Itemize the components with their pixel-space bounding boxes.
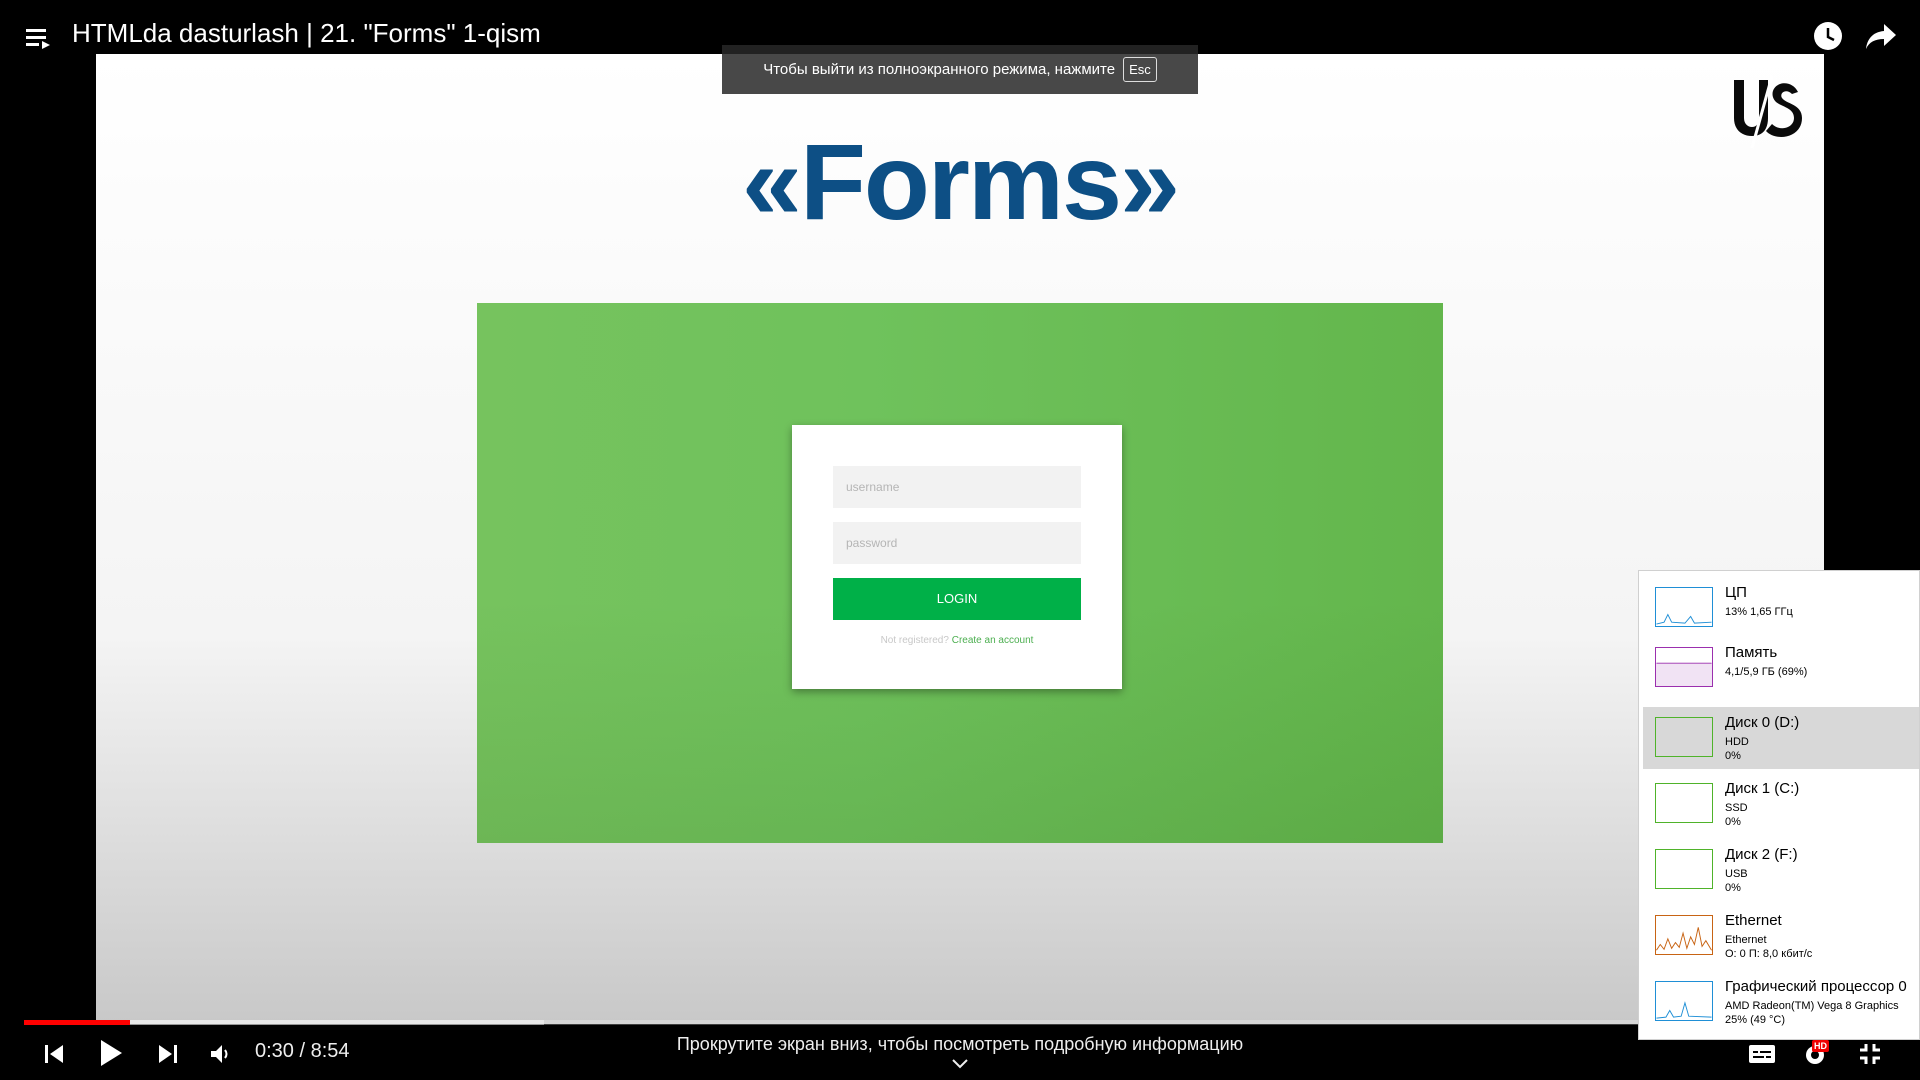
- next-icon[interactable]: [156, 1042, 180, 1066]
- scroll-hint: Прокрутите экран вниз, чтобы посмотреть …: [676, 1034, 1244, 1054]
- task-manager-detail-line: AMD Radeon(TM) Vega 8 Graphics: [1725, 1000, 1899, 1012]
- exit-fullscreen-icon[interactable]: [1858, 1042, 1882, 1066]
- task-manager-item-details: HDD 0%: [1725, 735, 1749, 763]
- us-logo: [1734, 75, 1802, 149]
- task-manager-item-name: ЦП: [1725, 584, 1747, 601]
- task-manager-item-details: USB 0%: [1725, 867, 1748, 895]
- task-manager-item-name: Диск 0 (D:): [1725, 714, 1800, 731]
- watch-later-icon[interactable]: [1812, 20, 1844, 52]
- task-manager-detail-line: 4,1/5,9 ГБ (69%): [1725, 666, 1808, 678]
- performance-graph: [1655, 783, 1713, 823]
- time-display: 0:30 / 8:54: [255, 1040, 350, 1062]
- video-frame[interactable]: «Forms» username password LOGIN Not regi…: [96, 54, 1824, 1024]
- task-manager-item-name: Диск 2 (F:): [1725, 846, 1798, 863]
- play-icon[interactable]: [98, 1038, 124, 1068]
- task-manager-detail-line: 25% (49 °C): [1725, 1014, 1786, 1026]
- graph-line: [1656, 927, 1712, 951]
- chevron-down-icon[interactable]: [950, 1058, 970, 1070]
- share-icon[interactable]: [1864, 20, 1898, 52]
- task-manager-panel: ЦП 13% 1,65 ГГц Память 4,1/5,9 ГБ (69%) Диск…: [1638, 570, 1920, 1040]
- progress-played: [24, 1020, 130, 1025]
- task-manager-item-name: Диск 1 (C:): [1725, 780, 1800, 797]
- username-field[interactable]: username: [833, 466, 1081, 508]
- fullscreen-banner-text: Чтобы выйти из полноэкранного режима, на…: [763, 61, 1116, 78]
- subtitles-icon[interactable]: [1748, 1042, 1776, 1066]
- task-manager-detail-line: Ethernet: [1725, 934, 1767, 946]
- task-manager-detail-line: 0%: [1725, 750, 1741, 762]
- performance-graph: [1655, 647, 1713, 687]
- not-registered-text: Not registered?: [880, 635, 949, 646]
- password-field[interactable]: password: [833, 522, 1081, 564]
- task-manager-item[interactable]: Память 4,1/5,9 ГБ (69%): [1643, 637, 1919, 699]
- task-manager-item[interactable]: Графический процессор 0 AMD Radeon(TM) Ve…: [1643, 971, 1919, 1033]
- esc-key-badge: Esc: [1123, 57, 1157, 82]
- graph-line: [1656, 662, 1712, 664]
- task-manager-detail-line: 0%: [1725, 882, 1741, 894]
- performance-graph: [1655, 587, 1713, 627]
- login-card: username password LOGIN Not registered? …: [792, 425, 1122, 689]
- task-manager-item-name: Графический процессор 0: [1725, 978, 1907, 995]
- task-manager-item-details: Ethernet О: 0 П: 8,0 кбит/с: [1725, 933, 1812, 961]
- task-manager-item-details: AMD Radeon(TM) Vega 8 Graphics 25% (49 °C…: [1725, 999, 1899, 1027]
- login-demo-panel: username password LOGIN Not registered? …: [477, 303, 1443, 843]
- task-manager-detail-line: О: 0 П: 8,0 кбит/с: [1725, 948, 1813, 960]
- task-manager-detail-line: HDD: [1725, 736, 1749, 748]
- previous-icon[interactable]: [42, 1042, 66, 1066]
- task-manager-item-details: SSD 0%: [1725, 801, 1748, 829]
- task-manager-item-details: 4,1/5,9 ГБ (69%): [1725, 665, 1807, 679]
- performance-graph: [1655, 915, 1713, 955]
- task-manager-item-details: 13% 1,65 ГГц: [1725, 605, 1793, 619]
- register-line: Not registered? Create an account: [792, 635, 1122, 646]
- task-manager-item[interactable]: Диск 0 (D:) HDD 0%: [1643, 707, 1919, 769]
- graph-line: [1656, 613, 1712, 625]
- performance-graph: [1655, 849, 1713, 889]
- playlist-icon[interactable]: [24, 24, 54, 54]
- task-manager-item-name: Память: [1725, 644, 1778, 661]
- task-manager-detail-line: USB: [1725, 868, 1748, 880]
- slide-title: «Forms»: [741, 121, 1180, 242]
- task-manager-item[interactable]: ЦП 13% 1,65 ГГц: [1643, 577, 1919, 639]
- hd-badge: HD: [1812, 1040, 1829, 1052]
- fullscreen-exit-banner: Чтобы выйти из полноэкранного режима, на…: [722, 45, 1198, 94]
- video-title[interactable]: HTMLda dasturlash | 21. "Forms" 1-qism: [72, 18, 541, 49]
- performance-graph: [1655, 981, 1713, 1021]
- task-manager-item[interactable]: Диск 1 (C:) SSD 0%: [1643, 773, 1919, 835]
- volume-icon[interactable]: [208, 1042, 232, 1066]
- task-manager-detail-line: 0%: [1725, 816, 1741, 828]
- performance-graph: [1655, 717, 1713, 757]
- login-button[interactable]: LOGIN: [833, 578, 1081, 620]
- task-manager-item-name: Ethernet: [1725, 912, 1782, 929]
- create-account-link[interactable]: Create an account: [952, 635, 1034, 646]
- graph-line: [1656, 1001, 1712, 1019]
- task-manager-item[interactable]: Диск 2 (F:) USB 0%: [1643, 839, 1919, 901]
- task-manager-detail-line: SSD: [1725, 802, 1748, 814]
- task-manager-detail-line: 13% 1,65 ГГц: [1725, 606, 1793, 618]
- task-manager-item[interactable]: Ethernet Ethernet О: 0 П: 8,0 кбит/с: [1643, 905, 1919, 967]
